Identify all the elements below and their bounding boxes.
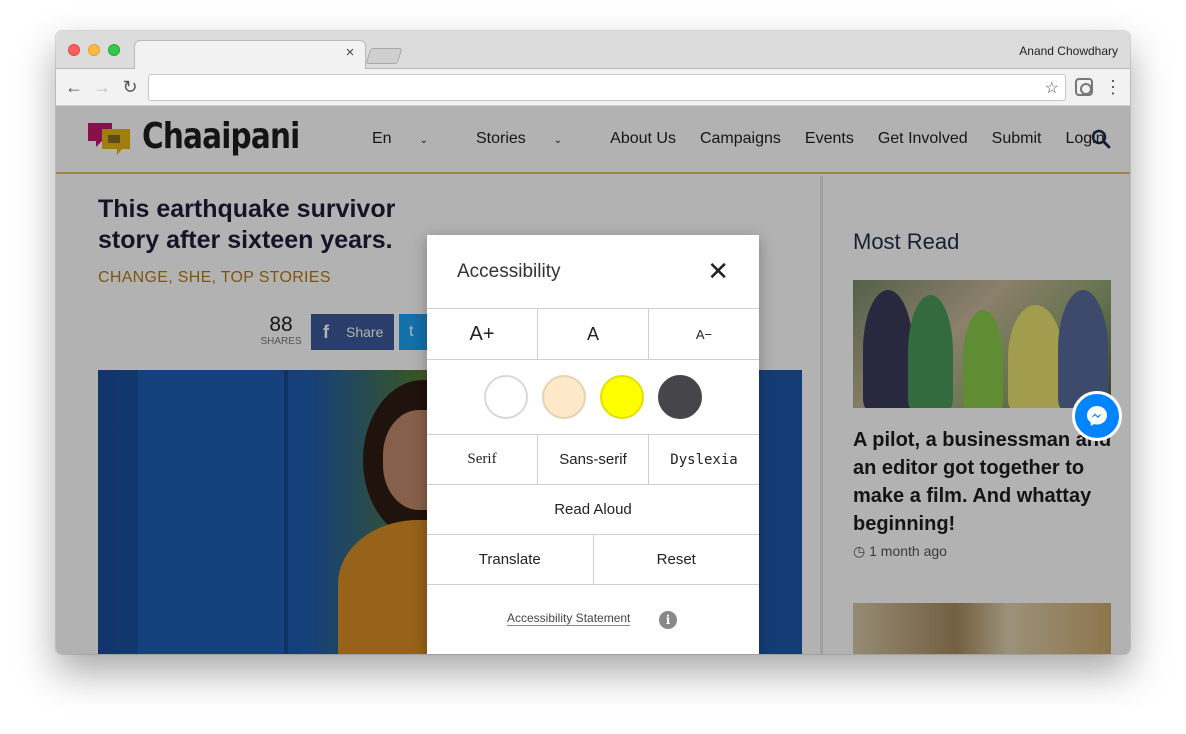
accessibility-dialog: Accessibility ✕ A+ A A− Serif Sans-serif… [427,235,759,654]
yellow-theme-swatch[interactable] [600,375,644,419]
dialog-footer: Accessibility Statement i [427,584,759,654]
bookmark-star-icon[interactable]: ☆ [1045,78,1059,98]
color-theme-row [427,360,759,435]
serif-font-button[interactable]: Serif [427,435,538,484]
profile-name[interactable]: Anand Chowdhary [1019,44,1118,58]
accessibility-statement-link[interactable]: Accessibility Statement [507,611,631,626]
new-tab-button[interactable] [365,48,403,64]
info-icon[interactable]: i [659,611,677,629]
close-icon[interactable]: ✕ [707,256,729,286]
browser-window: × Anand Chowdhary ← → ↻ ☆ ⋮ Chaaipani En… [56,31,1130,654]
address-bar[interactable]: ☆ [148,74,1066,101]
translate-reset-row: Translate Reset [427,535,759,585]
white-theme-swatch[interactable] [484,375,528,419]
font-family-row: Serif Sans-serif Dyslexia [427,435,759,485]
sans-serif-font-button[interactable]: Sans-serif [538,435,649,484]
browser-toolbar: ← → ↻ ☆ ⋮ [56,69,1130,106]
dialog-title: Accessibility [457,261,561,282]
web-page: Chaaipani En ⌄ Stories ⌄ About Us Campaign… [56,106,1130,654]
extension-icon[interactable] [1075,78,1093,96]
dyslexia-font-button[interactable]: Dyslexia [649,435,759,484]
maximize-window-button[interactable] [108,44,120,56]
dark-theme-swatch[interactable] [658,375,702,419]
forward-arrow-icon[interactable]: → [92,77,112,97]
reset-button[interactable]: Reset [594,535,760,584]
default-font-button[interactable]: A [538,309,649,359]
reload-icon[interactable]: ↻ [120,77,140,97]
messenger-icon[interactable] [1072,391,1122,441]
translate-button[interactable]: Translate [427,535,594,584]
decrease-font-button[interactable]: A− [649,309,759,359]
back-arrow-icon[interactable]: ← [64,77,84,97]
close-window-button[interactable] [68,44,80,56]
read-aloud-button[interactable]: Read Aloud [427,485,759,534]
font-size-row: A+ A A− [427,309,759,360]
read-aloud-row: Read Aloud [427,485,759,535]
dialog-header: Accessibility ✕ [427,235,759,309]
minimize-window-button[interactable] [88,44,100,56]
tab-strip: × Anand Chowdhary [56,31,1130,70]
active-tab[interactable] [134,40,366,70]
tab-close-icon[interactable]: × [342,45,358,61]
increase-font-button[interactable]: A+ [427,309,538,359]
cream-theme-swatch[interactable] [542,375,586,419]
menu-dots-icon[interactable]: ⋮ [1104,77,1122,97]
